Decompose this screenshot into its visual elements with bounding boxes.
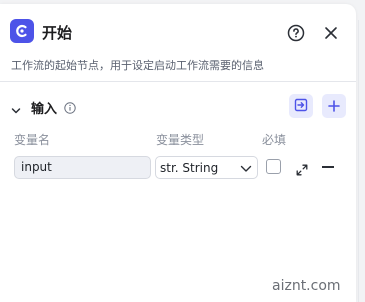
required-checkbox[interactable] (266, 159, 281, 174)
variable-name-input[interactable]: input (14, 156, 151, 179)
chevron-down-icon (240, 163, 252, 173)
panel-title: 开始 (42, 24, 73, 42)
start-node-icon (10, 19, 34, 43)
panel-description: 工作流的起始节点，用于设定启动工作流需要的信息 (11, 59, 264, 72)
minus-icon[interactable] (322, 166, 334, 168)
variable-type-value: str. String (160, 161, 219, 175)
import-button[interactable] (289, 94, 313, 118)
input-section-title: 输入 (31, 102, 58, 117)
help-icon[interactable] (287, 24, 305, 42)
close-icon[interactable] (323, 25, 339, 41)
watermark: aiznt.com (272, 278, 341, 294)
expand-icon[interactable] (296, 161, 308, 176)
import-icon (294, 97, 308, 116)
column-header-type: 变量类型 (156, 133, 205, 147)
chevron-down-icon[interactable] (11, 101, 21, 114)
column-header-required: 必填 (262, 133, 287, 147)
add-variable-button[interactable] (322, 94, 346, 118)
variable-type-select[interactable]: str. String (155, 156, 258, 179)
info-icon[interactable] (64, 99, 76, 114)
header-divider (0, 81, 356, 82)
plus-icon (328, 97, 340, 116)
panel-edge (358, 20, 359, 302)
column-header-name: 变量名 (14, 133, 51, 147)
node-settings-panel: 开始 工作流的起始节点，用于设定启动工作流需要的信息 输入 变量名 变量类型 必… (0, 4, 356, 302)
